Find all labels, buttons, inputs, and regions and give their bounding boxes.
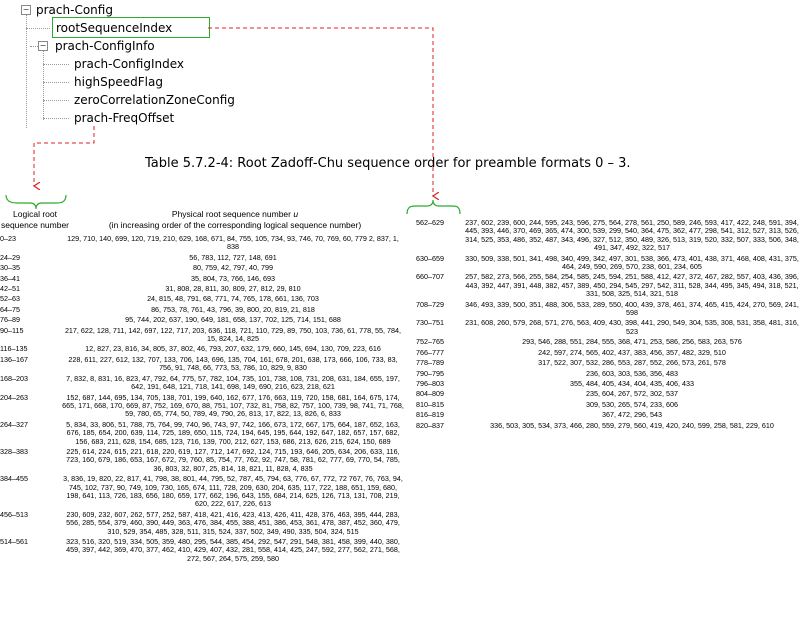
table-row: 384–455 3, 836, 19, 820, 22, 817, 41, 798… [0,475,404,511]
tree-node-prach-config[interactable]: prach-Config [36,2,113,18]
logical-range-cell: 562–629 [416,218,444,227]
logical-range-cell: 660–707 [416,272,444,282]
table-row: 730–751 231, 608, 260, 579, 268, 571, 276… [416,319,800,338]
tree-node-prach-config-info[interactable]: prach-ConfigInfo [55,38,155,54]
bracket-right [406,199,461,215]
table-row: 562–629 237, 602, 239, 600, 244, 595, 243… [416,218,800,255]
logical-range-cell: 90–115 [0,325,24,335]
tree-guide-line [43,82,69,83]
tree-guide-line [43,50,44,120]
logical-range-cell: 730–751 [416,318,444,328]
tree-guide-line [43,64,69,65]
physical-sequence-cell: 330, 509, 338, 501, 341, 498, 340, 499, … [465,253,799,272]
logical-range-cell: 136–167 [0,354,28,364]
table-row: 708–729 346, 493, 339, 500, 351, 488, 306… [416,299,800,320]
bracket-left [5,194,67,210]
table-row: 778–789 317, 522, 307, 532, 286, 553, 287… [416,358,800,369]
table-row: 820–837 336, 503, 305, 534, 373, 466, 280… [416,420,800,432]
tree-node-zero-correlation-zone-config[interactable]: zeroCorrelationZoneConfig [74,92,235,108]
tree-guide-line [26,12,27,128]
table-row: 456–513 230, 609, 232, 607, 262, 577, 252… [0,509,404,538]
header-logical-root: Logical root sequence number [0,209,70,230]
logical-range-cell: 708–729 [416,299,444,309]
tree-guide-line [43,100,69,101]
logical-range-cell: 328–383 [0,446,28,456]
physical-sequence-cell: 7, 832, 8, 831, 16, 823, 47, 792, 64, 77… [66,373,400,392]
table-row: 168–203 7, 832, 8, 831, 16, 823, 47, 792,… [0,373,404,394]
physical-sequence-cell: 228, 611, 227, 612, 132, 707, 133, 706, … [68,354,398,373]
tree-node-prach-config-index[interactable]: prach-ConfigIndex [74,56,184,72]
zc-table-right: 562–629 237, 602, 239, 600, 244, 595, 243… [416,218,800,432]
logical-range-cell: 204–263 [0,392,28,402]
logical-range-cell: 514–561 [0,537,28,546]
table-row: 630–659 330, 509, 338, 501, 341, 498, 340… [416,253,800,274]
logical-range-cell: 168–203 [0,373,28,383]
table-row: 0–23 129, 710, 140, 699, 120, 719, 210, 6… [0,234,404,254]
header-physical-root: Physical root sequence number u (in incr… [108,209,362,230]
table-row: 328–383 225, 614, 224, 615, 221, 618, 220… [0,446,404,475]
table-row: 264–327 5, 834, 33, 806, 51, 788, 75, 764… [0,419,404,448]
logical-range-cell: 630–659 [416,253,444,263]
physical-sequence-cell: 152, 687, 144, 695, 134, 705, 138, 701, … [62,392,404,419]
table-row: 816–819 367, 472, 296, 543 [416,410,800,421]
collapse-toggle-icon[interactable]: − [21,5,31,15]
tree-node-root-sequence-index[interactable]: rootSequenceIndex [56,20,172,36]
physical-sequence-cell: 367, 472, 296, 543 [602,410,662,420]
logical-range-cell: 778–789 [416,358,444,368]
physical-sequence-cell: 346, 493, 339, 500, 351, 488, 306, 533, … [465,299,799,318]
physical-sequence-cell: 231, 608, 260, 579, 268, 571, 276, 563, … [465,318,799,336]
physical-sequence-cell: 217, 622, 128, 711, 142, 697, 122, 717, … [64,325,402,344]
logical-range-cell: 820–837 [416,420,444,430]
physical-sequence-cell: 336, 503, 305, 534, 373, 466, 280, 559, … [490,420,774,430]
table-row: 136–167 228, 611, 227, 612, 132, 707, 133… [0,354,404,375]
physical-sequence-cell: 317, 522, 307, 532, 286, 553, 287, 552, … [538,358,726,368]
table-row: 660–707 257, 582, 273, 566, 255, 584, 254… [416,273,800,300]
table-row: 204–263 152, 687, 144, 695, 134, 705, 138… [0,392,404,421]
table-row: 90–115 217, 622, 128, 711, 142, 697, 122,… [0,325,404,346]
tree-guide-line [26,28,50,29]
zc-table-left: 0–23 129, 710, 140, 699, 120, 719, 210, 6… [0,234,404,565]
tree-node-high-speed-flag[interactable]: highSpeedFlag [74,74,163,90]
physical-sequence-cell: 5, 834, 33, 806, 51, 788, 75, 764, 99, 7… [66,419,400,446]
logical-range-cell: 816–819 [416,410,444,420]
tree-node-prach-freq-offset[interactable]: prach-FreqOffset [74,110,174,126]
asn1-tree: − prach-Config rootSequenceIndex − prach… [0,0,460,140]
logical-range-cell: 384–455 [0,474,28,484]
physical-sequence-cell: 129, 710, 140, 699, 120, 719, 210, 629, … [67,234,399,252]
tree-guide-line [30,46,38,47]
table-row: 514–561 323, 516, 320, 519, 334, 505, 359… [0,537,404,565]
logical-range-cell: 456–513 [0,509,28,519]
physical-sequence-cell: 225, 614, 224, 615, 221, 618, 220, 619, … [66,446,400,473]
logical-range-cell: 264–327 [0,419,28,429]
physical-sequence-cell: 3, 836, 19, 820, 22, 817, 41, 798, 38, 8… [63,474,403,509]
logical-range-cell: 0–23 [0,234,16,243]
physical-sequence-cell: 257, 582, 273, 566, 255, 584, 254, 585, … [465,272,799,299]
physical-sequence-cell: 230, 609, 232, 607, 262, 577, 252, 587, … [66,509,400,536]
table-caption: Table 5.7.2-4: Root Zadoff-Chu sequence … [145,156,631,171]
physical-sequence-cell: 323, 516, 320, 519, 334, 505, 359, 480, … [66,537,400,563]
tree-guide-line [43,118,69,119]
collapse-toggle-icon[interactable]: − [38,41,48,51]
physical-sequence-cell: 237, 602, 239, 600, 244, 595, 243, 596, … [465,218,799,253]
